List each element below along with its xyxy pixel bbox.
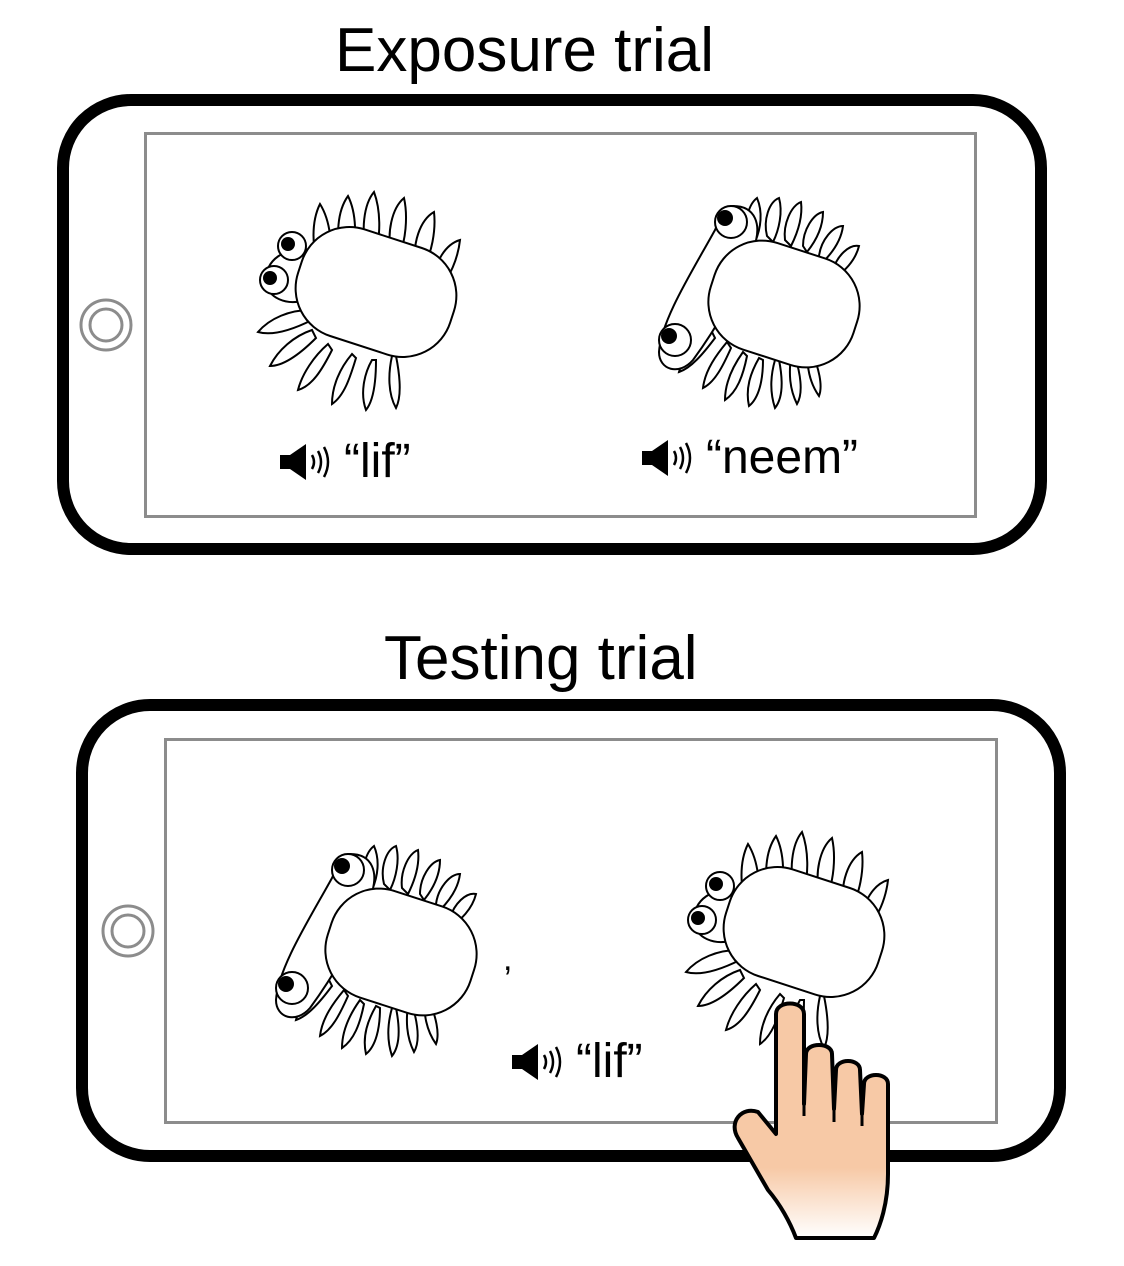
stray-mark: , xyxy=(503,940,513,978)
audio-label-lif-testing: “lif” xyxy=(510,1038,643,1086)
audio-label-neem: “neem” xyxy=(640,434,858,482)
audio-label-lif: “lif” xyxy=(278,438,411,486)
speaker-icon[interactable] xyxy=(278,442,334,482)
creature-right-exposure xyxy=(645,190,875,420)
spoken-word: “lif” xyxy=(344,435,411,488)
speaker-icon[interactable] xyxy=(640,438,696,478)
spoken-word: “neem” xyxy=(706,431,859,484)
home-button-icon[interactable] xyxy=(78,297,134,353)
creature-left-exposure xyxy=(252,190,482,420)
testing-trial-title: Testing trial xyxy=(384,624,698,693)
exposure-trial-title: Exposure trial xyxy=(335,16,715,85)
spoken-word: “lif” xyxy=(576,1035,643,1088)
speaker-icon[interactable] xyxy=(510,1042,566,1082)
home-button-icon[interactable] xyxy=(100,903,156,959)
creature-left-testing[interactable] xyxy=(262,838,492,1068)
pointing-hand-icon xyxy=(732,1001,890,1240)
